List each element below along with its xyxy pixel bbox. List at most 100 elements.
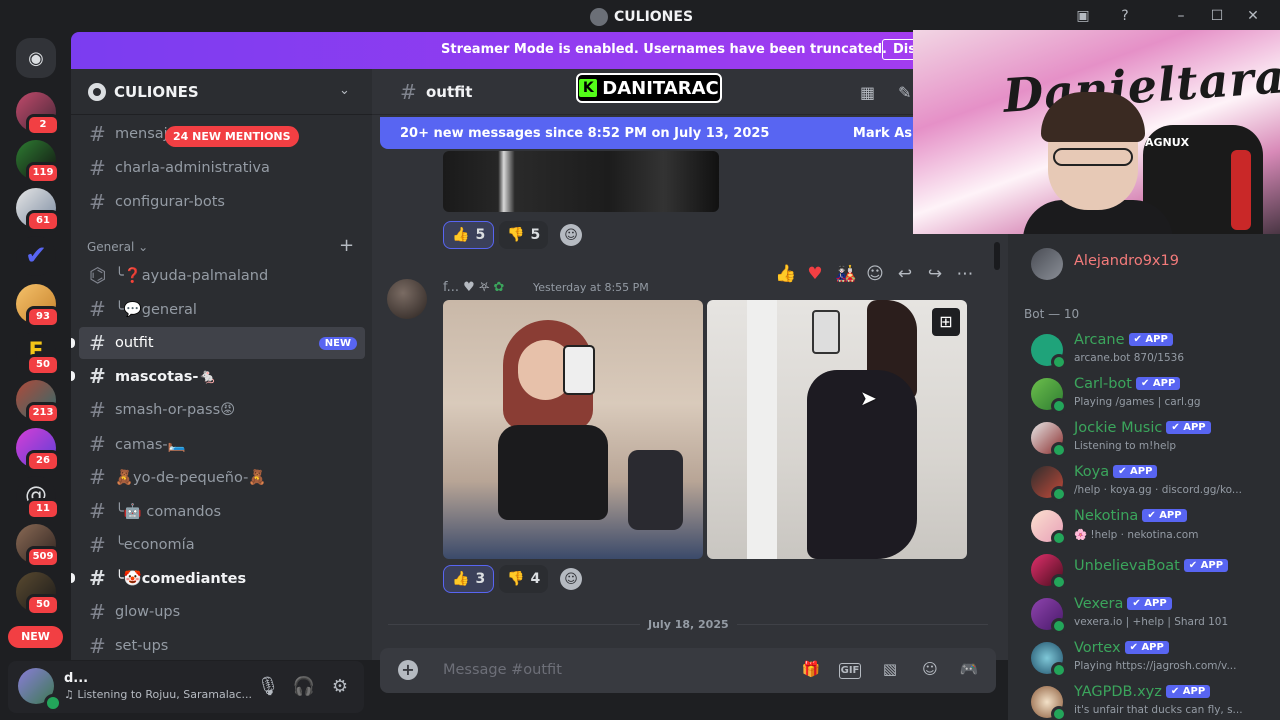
pin-icon[interactable]: ✎ [898, 83, 911, 102]
outfit-photo-2[interactable]: ⊞ [707, 300, 967, 559]
hash-icon: # [89, 364, 106, 388]
settings-gear-icon[interactable]: ⚙ [328, 675, 352, 699]
date-divider-label: July 18, 2025 [640, 618, 737, 631]
server-icon[interactable]: 509 [16, 524, 60, 568]
channel-item[interactable]: # charla-administrativa [79, 152, 365, 184]
add-reaction-icon[interactable]: ☺ [865, 264, 885, 284]
add-reaction-icon[interactable]: ☺ [560, 224, 582, 246]
reaction-thumbs-down[interactable]: 👎 5 [499, 221, 549, 249]
close-icon[interactable]: ✕ [1242, 6, 1264, 26]
server-icon[interactable]: 26 [16, 428, 60, 472]
member-item[interactable]: Vortex ✔ APP Playing https://jagrosh.com/v… [1023, 638, 1273, 682]
channel-item[interactable]: # ╰🤡comediantes [71, 562, 365, 594]
channel-item[interactable]: # glow-ups [79, 596, 365, 628]
server-icon[interactable]: 61 [16, 188, 60, 232]
app-badge: ✔ APP [1124, 641, 1169, 654]
reaction-thumbs-down[interactable]: 👎 4 [499, 565, 549, 593]
server-name: CULIONES [114, 82, 199, 101]
member-item[interactable]: Koya ✔ APP/help · koya.gg · discord.gg/ko… [1023, 462, 1273, 506]
category-general[interactable]: General ⌄ [87, 240, 148, 254]
hash-icon: # [89, 398, 106, 422]
app-badge: ✔ APP [1142, 509, 1187, 522]
expand-gallery-icon[interactable]: ⊞ [932, 308, 960, 336]
sticker-icon[interactable]: ▧ [879, 660, 901, 678]
forum-channel-item[interactable]: ⌬ ╰❓ayuda-palmaland [79, 259, 365, 291]
app-badge: ✔ APP [1127, 597, 1172, 610]
avatar [1031, 248, 1063, 280]
reaction-thumbs-up[interactable]: 👍 3 [443, 565, 495, 593]
member-item[interactable]: Alejandro9x19 [1023, 244, 1273, 288]
message-actions-bar: 👍 ♥ 🎎 ☺ ↩ ↪ ⋯ [767, 258, 977, 290]
channel-item-outfit[interactable]: # outfit NEW [71, 327, 365, 359]
channel-item[interactable]: # ╰economía [79, 529, 365, 561]
forum-icon: ⌬ [89, 263, 107, 287]
channel-item[interactable]: # 🧸yo-de-pequeño-🧸 [79, 461, 365, 493]
outfit-photo-1[interactable] [443, 300, 703, 559]
inbox-icon[interactable]: ▣ [1072, 6, 1094, 26]
server-icon[interactable]: @11 [16, 476, 60, 520]
server-header[interactable]: CULIONES ⌄ [71, 69, 372, 115]
member-item[interactable]: Arcane ✔ APP arcane.bot 870/1536 [1023, 330, 1273, 374]
member-item[interactable]: Carl-bot ✔ APP Playing /games | carl.gg [1023, 374, 1273, 418]
channel-item[interactable]: # ╰🤖 comandos [79, 495, 365, 527]
new-messages-bar[interactable]: 20+ new messages since 8:52 PM on July 1… [380, 117, 920, 149]
server-icon[interactable]: 213 [16, 380, 60, 424]
emoji-icon[interactable]: ☺ [919, 660, 941, 678]
app-badge: ✔ APP [1166, 421, 1211, 434]
hash-icon: # [89, 331, 106, 355]
chevron-down-icon: ⌄ [339, 83, 350, 98]
message-composer[interactable]: + Message #outfit 🎁 GIF ▧ ☺ 🎮 [380, 648, 996, 693]
minimize-icon[interactable]: – [1170, 6, 1192, 26]
message-input[interactable]: Message #outfit [443, 662, 562, 678]
new-unreads-pill[interactable]: NEW [8, 626, 63, 648]
new-mentions-pill[interactable]: 24 NEW MENTIONS [165, 126, 299, 147]
member-item[interactable]: Nekotina ✔ APP 🌸 !help · nekotina.com [1023, 506, 1273, 550]
add-reaction-icon[interactable]: ☺ [560, 568, 582, 590]
server-icon[interactable]: 119 [16, 140, 60, 184]
member-item[interactable]: YAGPDB.xyz ✔ APP it's unfair that ducks ca… [1023, 682, 1273, 720]
member-name: Alejandro9x19 [1074, 253, 1179, 269]
server-icon[interactable]: 2 [16, 92, 60, 136]
discord-home-icon[interactable]: ◉ [16, 38, 56, 78]
channel-item[interactable]: # smash-or-pass😡 [79, 394, 365, 426]
member-item[interactable]: Vexera ✔ APP vexera.io | +help | Shard 101 [1023, 594, 1273, 638]
reaction-thumbs-up[interactable]: 👍 5 [443, 221, 495, 249]
mark-as-read-button[interactable]: Mark As [853, 126, 912, 141]
member-item[interactable]: Jockie Music ✔ APP Listening to m!help [1023, 418, 1273, 462]
server-icon[interactable]: 50 [16, 572, 60, 616]
help-icon[interactable]: ? [1114, 6, 1136, 26]
maximize-icon[interactable]: ☐ [1206, 6, 1228, 26]
username: d... [64, 671, 89, 686]
hash-icon: # [89, 297, 106, 321]
channel-item[interactable]: # camas-🛏️ [79, 428, 365, 460]
add-attachment-icon[interactable]: + [398, 660, 418, 680]
more-icon[interactable]: ⋯ [955, 264, 975, 284]
channel-item[interactable]: # configurar-bots [79, 186, 365, 218]
streamer-mode-text: Streamer Mode is enabled. Usernames have… [441, 42, 887, 57]
server-icon[interactable]: E 50 [16, 332, 60, 376]
attachment-image[interactable] [443, 151, 719, 212]
reply-icon[interactable]: ↩ [895, 264, 915, 284]
server-icon[interactable]: 93 [16, 284, 60, 328]
avatar[interactable] [387, 279, 427, 319]
scrollbar[interactable] [994, 242, 1000, 270]
add-channel-icon[interactable]: + [339, 235, 354, 256]
thumbs-up-icon[interactable]: 👍 [775, 264, 796, 284]
message-author[interactable]: f... ♥ ⛧ ✿ [443, 280, 504, 295]
threads-icon[interactable]: ▦ [860, 83, 875, 102]
server-icon[interactable]: ✔ [16, 236, 56, 276]
forward-icon[interactable]: ↪ [925, 264, 945, 284]
channel-item[interactable]: # set-ups [79, 630, 365, 660]
apps-icon[interactable]: 🎮 [958, 660, 980, 678]
member-item[interactable]: UnbelievaBoat ✔ APP [1023, 550, 1273, 594]
thumbs-up-icon: 👍 [452, 571, 470, 587]
channel-item[interactable]: # mascotas-🐁 [71, 360, 365, 392]
gift-icon[interactable]: 🎁 [800, 660, 822, 678]
channel-item[interactable]: # ╰💬general [79, 293, 365, 325]
microphone-icon[interactable]: 🎙 [256, 675, 280, 699]
headphones-icon[interactable]: 🎧 [292, 675, 316, 699]
gif-icon[interactable]: GIF [839, 663, 861, 679]
emoji-reaction-icon[interactable]: 🎎 [835, 264, 856, 284]
heart-icon[interactable]: ♥ [805, 264, 825, 284]
glasses [1053, 148, 1133, 166]
